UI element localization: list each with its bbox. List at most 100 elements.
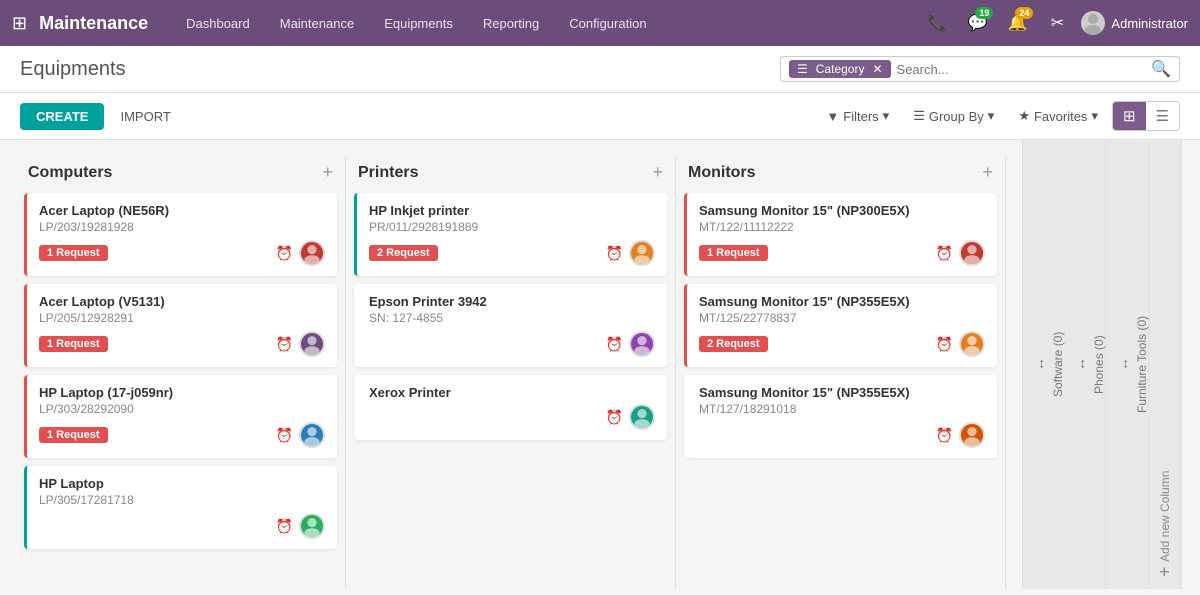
- kanban-column-2: Monitors + Samsung Monitor 15" (NP300E5X…: [676, 156, 1006, 589]
- card-footer: 1 Request ⏰: [39, 240, 325, 266]
- card-footer: 1 Request ⏰: [699, 240, 985, 266]
- clock-icon: ⏰: [606, 336, 623, 353]
- chat-icon-btn[interactable]: 💬19: [961, 7, 993, 39]
- sidebar-col-0[interactable]: ↔ Software (0): [1023, 140, 1064, 589]
- kanban-card-2-0[interactable]: Samsung Monitor 15" (NP300E5X) MT/122/11…: [684, 193, 997, 276]
- page-header: Equipments ☰ Category ✕ 🔍: [0, 46, 1200, 93]
- sidebar-col-1[interactable]: ↔ Phones (0): [1064, 140, 1106, 589]
- card-footer: 2 Request ⏰: [369, 240, 655, 266]
- admin-menu[interactable]: Administrator: [1081, 11, 1188, 35]
- request-badge-0-0: 1 Request: [39, 245, 108, 261]
- card-footer: 2 Request ⏰: [699, 331, 985, 357]
- kanban-card-1-0[interactable]: HP Inkjet printer PR/011/2928191889 2 Re…: [354, 193, 667, 276]
- kanban-card-1-1[interactable]: Epson Printer 3942 SN: 127-4855 ⏰: [354, 284, 667, 367]
- clock-icon: ⏰: [606, 245, 623, 262]
- expand-icon: ↔: [1072, 358, 1088, 372]
- kanban-card-0-1[interactable]: Acer Laptop (V5131) LP/205/12928291 1 Re…: [24, 284, 337, 367]
- search-bar[interactable]: ☰ Category ✕ 🔍: [780, 56, 1180, 82]
- toolbar: CREATE IMPORT ▼ Filters ▾ ☰ Group By ▾ ★…: [0, 93, 1200, 140]
- request-badge-0-1: 1 Request: [39, 336, 108, 352]
- card-title: HP Laptop: [39, 476, 325, 491]
- groupby-button[interactable]: ☰ Group By ▾: [903, 104, 1004, 128]
- sidebar-col-2[interactable]: ↔ Furniture Tools (0): [1107, 140, 1149, 589]
- expand-icon: ↔: [1031, 358, 1047, 372]
- search-icon[interactable]: 🔍: [1151, 59, 1171, 79]
- star-icon: ★: [1018, 108, 1030, 124]
- column-title-1: Printers: [358, 164, 418, 182]
- nav-configuration[interactable]: Configuration: [555, 10, 660, 37]
- nav-dashboard[interactable]: Dashboard: [172, 10, 264, 37]
- nav-maintenance[interactable]: Maintenance: [266, 10, 368, 37]
- request-badge-2-0: 1 Request: [699, 245, 768, 261]
- filter-tag-close[interactable]: ✕: [872, 62, 882, 76]
- list-view-button[interactable]: ☰: [1146, 102, 1179, 130]
- kanban-card-0-3[interactable]: HP Laptop LP/305/17281718 ⏰: [24, 466, 337, 549]
- expand-icon: ↔: [1115, 358, 1131, 372]
- view-toggle: ⊞ ☰: [1112, 101, 1180, 131]
- search-input[interactable]: [897, 62, 1152, 77]
- card-subtitle: MT/127/18291018: [699, 402, 985, 416]
- add-column-button[interactable]: +Add new Column: [1149, 140, 1182, 589]
- toolbar-right: ▼ Filters ▾ ☰ Group By ▾ ★ Favorites ▾ ⊞…: [816, 101, 1180, 131]
- kanban-card-2-2[interactable]: Samsung Monitor 15" (NP355E5X) MT/127/18…: [684, 375, 997, 458]
- card-title: HP Inkjet printer: [369, 203, 655, 218]
- card-subtitle: LP/305/17281718: [39, 493, 325, 507]
- card-title: Samsung Monitor 15" (NP355E5X): [699, 385, 985, 400]
- settings-icon-btn[interactable]: ✂: [1041, 7, 1073, 39]
- clock-icon: ⏰: [936, 427, 953, 444]
- card-subtitle: SN: 127-4855: [369, 311, 655, 325]
- card-icons: ⏰: [936, 240, 985, 266]
- nav-equipments[interactable]: Equipments: [370, 10, 467, 37]
- kanban-card-1-2[interactable]: Xerox Printer ⏰: [354, 375, 667, 440]
- card-subtitle: LP/205/12928291: [39, 311, 325, 325]
- top-navigation: ⊞ Maintenance Dashboard Maintenance Equi…: [0, 0, 1200, 46]
- plus-icon: +: [1155, 566, 1176, 577]
- phone-icon-btn[interactable]: 📞: [921, 7, 953, 39]
- nav-icon-group: 📞 💬19 🔔24 ✂ Administrator: [921, 7, 1188, 39]
- groupby-chevron: ▾: [988, 108, 995, 124]
- card-footer: ⏰: [369, 404, 655, 430]
- nav-reporting[interactable]: Reporting: [469, 10, 553, 37]
- favorites-chevron: ▾: [1091, 108, 1098, 124]
- card-subtitle: PR/011/2928191889: [369, 220, 655, 234]
- app-grid-icon[interactable]: ⊞: [12, 13, 27, 34]
- card-subtitle: MT/122/11112222: [699, 220, 985, 234]
- filter-tag-icon: ☰: [797, 62, 808, 76]
- column-title-2: Monitors: [688, 164, 756, 182]
- request-badge-1-0: 2 Request: [369, 245, 438, 261]
- kanban-board: Computers + Acer Laptop (NE56R) LP/203/1…: [0, 140, 1022, 589]
- kanban-card-0-0[interactable]: Acer Laptop (NE56R) LP/203/19281928 1 Re…: [24, 193, 337, 276]
- card-title: Acer Laptop (NE56R): [39, 203, 325, 218]
- card-avatar: [299, 240, 325, 266]
- activity-icon-btn[interactable]: 🔔24: [1001, 7, 1033, 39]
- category-filter-tag[interactable]: ☰ Category ✕: [789, 60, 891, 78]
- request-badge-2-1: 2 Request: [699, 336, 768, 352]
- card-icons: ⏰: [936, 331, 985, 357]
- filter-tag-label: Category: [816, 62, 865, 76]
- card-footer: 1 Request ⏰: [39, 331, 325, 357]
- admin-avatar: [1081, 11, 1105, 35]
- card-avatar: [959, 422, 985, 448]
- sidebar-col-label-1: Phones (0): [1092, 335, 1106, 394]
- card-icons: ⏰: [276, 331, 325, 357]
- card-title: HP Laptop (17-j059nr): [39, 385, 325, 400]
- clock-icon: ⏰: [276, 427, 293, 444]
- groupby-icon: ☰: [913, 108, 925, 124]
- clock-icon: ⏰: [936, 336, 953, 353]
- kanban-column-0: Computers + Acer Laptop (NE56R) LP/203/1…: [16, 156, 346, 589]
- column-add-2[interactable]: +: [982, 162, 993, 183]
- card-title: Samsung Monitor 15" (NP355E5X): [699, 294, 985, 309]
- admin-label: Administrator: [1111, 16, 1188, 31]
- filters-button[interactable]: ▼ Filters ▾: [816, 104, 899, 128]
- create-button[interactable]: CREATE: [20, 103, 104, 130]
- kanban-card-2-1[interactable]: Samsung Monitor 15" (NP355E5X) MT/125/22…: [684, 284, 997, 367]
- column-add-0[interactable]: +: [322, 162, 333, 183]
- kanban-card-0-2[interactable]: HP Laptop (17-j059nr) LP/303/28292090 1 …: [24, 375, 337, 458]
- card-icons: ⏰: [606, 404, 655, 430]
- card-icons: ⏰: [276, 240, 325, 266]
- kanban-view-button[interactable]: ⊞: [1113, 102, 1146, 130]
- import-button[interactable]: IMPORT: [112, 103, 178, 130]
- favorites-button[interactable]: ★ Favorites ▾: [1008, 104, 1108, 128]
- column-add-1[interactable]: +: [652, 162, 663, 183]
- card-avatar: [629, 404, 655, 430]
